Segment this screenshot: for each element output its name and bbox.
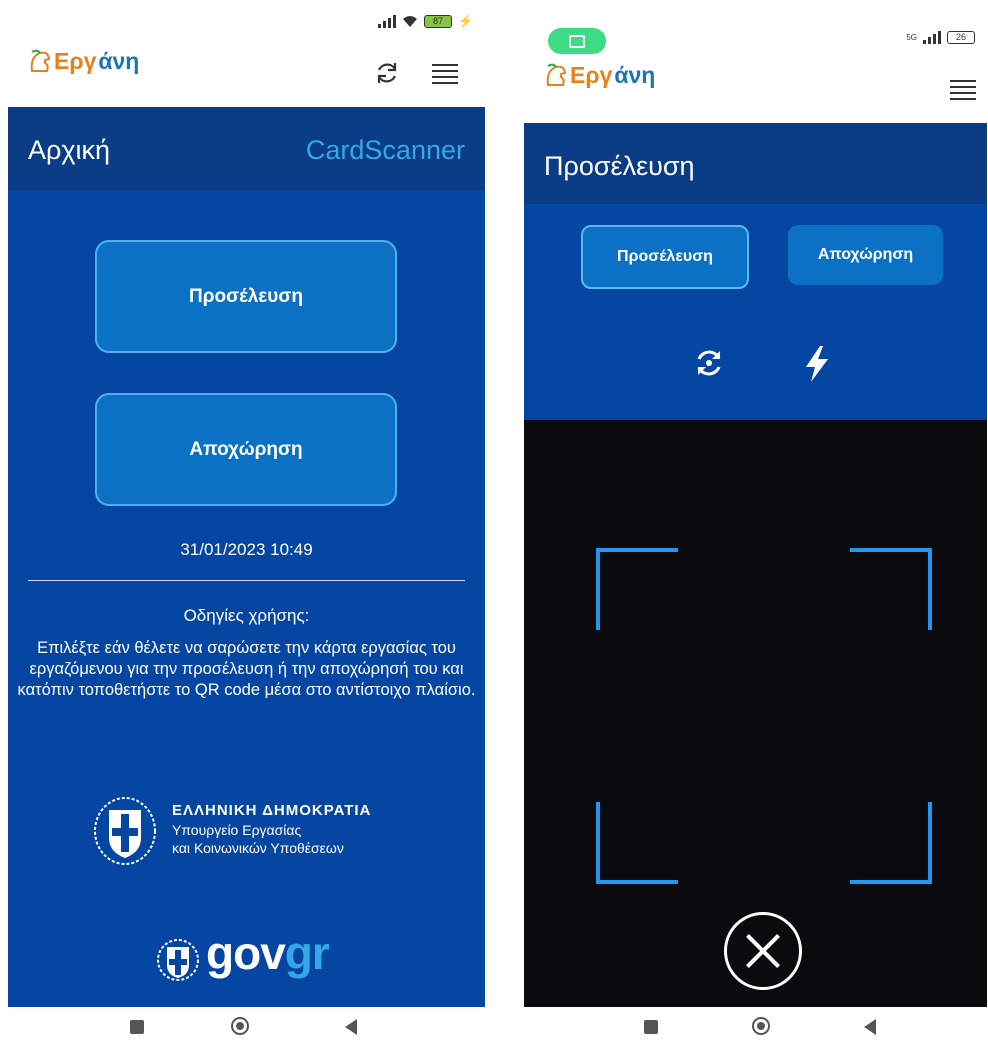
govgr-gr-text: gr [284, 927, 330, 979]
govgr-gov-text: gov [206, 927, 286, 979]
ministry-line1: Υπουργείο Εργασίας [172, 822, 302, 838]
charging-icon: ⚡ [458, 14, 473, 28]
arrival-mode-button[interactable]: Προσέλευση [581, 225, 749, 289]
logo-text-part1: Εργ [570, 62, 613, 88]
coat-of-arms-icon [94, 797, 156, 865]
instructions-text: Επιλέξτε εάν θέλετε να σαρώσετε την κάρτ… [17, 639, 476, 699]
instructions-title: Οδηγίες χρήσης: [183, 606, 310, 625]
govgr-emblem-icon [157, 939, 199, 981]
signal-icon [378, 14, 397, 28]
close-icon[interactable] [724, 912, 802, 990]
ministry-line2: και Κοινωνικών Υποθέσεων [172, 840, 344, 856]
logo-text-part2: άνη [98, 48, 140, 74]
page-header: Αρχική CardScanner [8, 107, 485, 190]
logo-text-part2: άνη [614, 62, 656, 88]
left-phone-screen: 87 ⚡ Εργ άνη Αρχική CardScanner Προσέλευσ… [8, 0, 485, 1007]
camera-icon [569, 34, 585, 48]
left-navigation-bar [8, 1007, 485, 1046]
tab-cardscanner[interactable]: CardScanner [306, 135, 465, 166]
scanner-controls: Προσέλευση Αποχώρηση [524, 204, 987, 420]
menu-icon[interactable] [950, 80, 976, 100]
signal-icon [923, 30, 941, 44]
scan-frame-corner [850, 802, 932, 884]
status-bar: 87 ⚡ [8, 0, 485, 36]
gov-title: ΕΛΛΗΝΙΚΗ ΔΗΜΟΚΡΑΤΙΑ [172, 802, 372, 819]
battery-level: 87 [424, 14, 453, 28]
back-button[interactable] [864, 1019, 876, 1035]
page-title: Προσέλευση [544, 151, 695, 181]
flash-icon[interactable] [802, 344, 832, 384]
app-bar: Εργ άνη [524, 50, 987, 120]
page-header: Προσέλευση [524, 123, 987, 204]
right-phone-screen: 5G 26 Εργ άνη Προσέλευση Προσέλευση Αποχώ… [524, 0, 987, 1007]
current-datetime: 31/01/2023 10:49 [180, 540, 313, 559]
network-type: 5G [906, 32, 917, 42]
logo-text-part1: Εργ [54, 48, 97, 74]
back-button[interactable] [345, 1019, 357, 1035]
menu-icon[interactable] [432, 64, 458, 84]
camera-viewfinder [524, 420, 987, 1007]
main-content: Προσέλευση Αποχώρηση 31/01/2023 10:49 Οδ… [8, 190, 485, 1007]
scan-frame-corner [596, 802, 678, 884]
scan-frame-corner [596, 548, 678, 630]
departure-button[interactable]: Αποχώρηση [95, 393, 397, 506]
divider [28, 580, 465, 581]
wifi-icon [403, 15, 418, 27]
govgr-logo: govgr [206, 926, 330, 980]
recent-apps-button[interactable] [644, 1020, 658, 1034]
scan-frame-corner [850, 548, 932, 630]
departure-mode-button[interactable]: Αποχώρηση [788, 225, 943, 285]
home-button[interactable] [231, 1017, 249, 1035]
switch-camera-icon[interactable] [692, 346, 726, 380]
helmet-logo-icon [30, 49, 51, 72]
status-bar: 5G 26 [524, 0, 987, 54]
ergani-logo: Εργ άνη [544, 62, 655, 89]
app-bar: Εργ άνη [8, 36, 485, 106]
page-title: Αρχική [28, 135, 111, 165]
recent-apps-button[interactable] [130, 1020, 144, 1034]
right-navigation-bar [524, 1007, 987, 1046]
battery-level: 26 [947, 30, 975, 44]
refresh-icon[interactable] [374, 60, 400, 86]
ergani-logo: Εργ άνη [28, 48, 139, 75]
helmet-logo-icon [546, 63, 567, 86]
home-button[interactable] [752, 1017, 770, 1035]
arrival-button[interactable]: Προσέλευση [95, 240, 397, 353]
